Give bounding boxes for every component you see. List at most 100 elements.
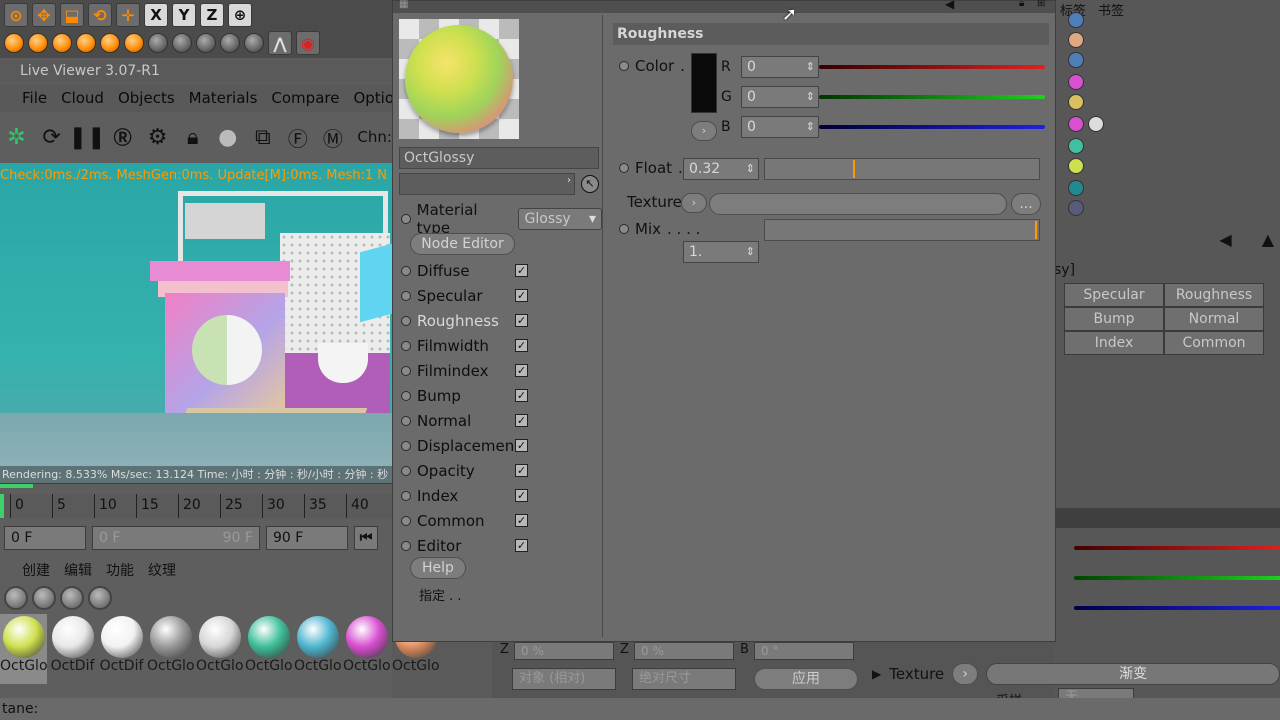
window-titlebar[interactable]: ▦ ◀ 🔒︎ ⊞	[393, 0, 1055, 13]
animate-dot-icon[interactable]	[401, 365, 411, 376]
channel-item-filmwidth[interactable]: Filmwidth ✓	[401, 333, 601, 358]
channel-checkbox[interactable]: ✓	[515, 314, 528, 327]
menu-compare[interactable]: Compare	[271, 89, 339, 107]
world-coord-button[interactable]: ⊕	[228, 3, 252, 27]
channel-item-specular[interactable]: Specular ✓	[401, 283, 601, 308]
help-button[interactable]: Help	[410, 557, 466, 579]
scale-tool-button[interactable]: ⬓	[60, 3, 84, 27]
animate-dot-icon[interactable]	[401, 490, 411, 501]
material-tag-icon[interactable]	[1068, 74, 1084, 90]
channel-item-index[interactable]: Index ✓	[401, 483, 601, 508]
grid-orb-icon[interactable]	[196, 33, 216, 53]
menu-texture[interactable]: 纹理	[148, 560, 176, 582]
size-select[interactable]: 绝对尺寸	[632, 668, 736, 690]
x-axis-button[interactable]: X	[144, 3, 168, 27]
apply-button[interactable]: 应用	[754, 668, 858, 690]
material-preview[interactable]	[399, 19, 519, 139]
chevron-right-icon[interactable]: ›	[567, 175, 571, 186]
animate-dot-icon[interactable]	[401, 340, 411, 351]
animate-dot-icon[interactable]	[401, 415, 411, 426]
material-filter-icon[interactable]	[60, 586, 84, 610]
blue-slider[interactable]	[1074, 606, 1280, 610]
channel-checkbox[interactable]: ✓	[515, 414, 528, 427]
texture-arrow-button[interactable]: ›	[681, 193, 707, 213]
blue-value-field[interactable]: 0	[741, 116, 819, 138]
go-to-start-icon[interactable]: ⏮	[354, 526, 378, 550]
material-slot[interactable]: OctGlo	[343, 614, 390, 684]
animate-dot-icon[interactable]	[619, 61, 629, 71]
channel-item-normal[interactable]: Normal ✓	[401, 408, 601, 433]
channel-item-opacity[interactable]: Opacity ✓	[401, 458, 601, 483]
material-type-select[interactable]: Glossy	[517, 208, 602, 230]
tab-bump[interactable]: Bump	[1064, 307, 1164, 331]
coord-field[interactable]: 0 %	[634, 642, 734, 660]
collapse-arrow-icon[interactable]: ▶	[872, 667, 881, 681]
texture-browse-button[interactable]: ...	[1011, 193, 1041, 215]
animate-dot-icon[interactable]	[401, 515, 411, 526]
material-pin-icon[interactable]: Ⓜ	[320, 124, 345, 151]
float-slider[interactable]	[764, 158, 1040, 180]
texture-slot[interactable]	[709, 193, 1007, 215]
material-slot[interactable]: OctGlo	[294, 614, 341, 684]
tab-bookmarks[interactable]: 书签	[1098, 0, 1124, 19]
animate-dot-icon[interactable]	[401, 440, 411, 451]
material-ball-icon[interactable]: ●	[215, 124, 240, 150]
float-slider-handle[interactable]	[852, 160, 855, 178]
material-filter-icon[interactable]	[4, 586, 28, 610]
channel-item-editor[interactable]: Editor ✓	[401, 533, 601, 558]
pause-icon[interactable]: ❚❚	[69, 124, 106, 150]
grid-orb-icon[interactable]	[172, 33, 192, 53]
cube-icon[interactable]	[244, 33, 264, 53]
crop-icon[interactable]: ⧉	[250, 124, 275, 150]
mix-value-field[interactable]: 1.	[683, 241, 759, 263]
coord-field[interactable]: 0 %	[514, 642, 614, 660]
material-slot[interactable]: OctDif	[49, 614, 96, 684]
channel-checkbox[interactable]: ✓	[515, 264, 528, 277]
material-slot[interactable]: OctGlo	[245, 614, 292, 684]
animate-dot-icon[interactable]	[619, 224, 629, 234]
animate-dot-icon[interactable]	[401, 315, 411, 326]
up-arrow-icon[interactable]: ▲	[1262, 230, 1274, 249]
channel-checkbox[interactable]: ✓	[515, 489, 528, 502]
float-value-field[interactable]: 0.32	[683, 158, 759, 180]
material-tag-icon[interactable]	[1068, 94, 1084, 110]
rotate-tool-button[interactable]: ⟲	[88, 3, 112, 27]
texture-arrow-button[interactable]: ›	[952, 663, 979, 685]
mix-slider-handle[interactable]	[1035, 221, 1037, 239]
tab-specular[interactable]: Specular	[1064, 283, 1164, 307]
channel-checkbox[interactable]: ✓	[515, 514, 528, 527]
tab-index[interactable]: Index	[1064, 331, 1164, 355]
lock-icon[interactable]: 🔒︎	[1019, 0, 1024, 9]
animate-dot-icon[interactable]	[401, 540, 411, 551]
material-slot[interactable]: OctGlo	[0, 614, 47, 684]
animate-dot-icon[interactable]	[401, 390, 411, 401]
material-filter-icon[interactable]	[32, 586, 56, 610]
region-icon[interactable]: Ⓡ	[110, 124, 135, 150]
mix-slider[interactable]	[764, 219, 1040, 241]
animate-dot-icon[interactable]	[401, 290, 411, 301]
tab-normal[interactable]: Normal	[1164, 307, 1264, 331]
deformer-icon[interactable]: ⋀	[268, 31, 292, 55]
material-tag-icon[interactable]	[1068, 180, 1084, 196]
coord-field[interactable]: 0 °	[754, 642, 854, 660]
mode-select[interactable]: 对象 (相对)	[512, 668, 616, 690]
green-value-field[interactable]: 0	[741, 86, 819, 108]
menu-materials[interactable]: Materials	[189, 89, 258, 107]
link-icon[interactable]: ↖	[581, 175, 599, 193]
render-orb-icon[interactable]	[100, 33, 120, 53]
render-orb-icon[interactable]	[76, 33, 96, 53]
expand-icon[interactable]: ⊞	[1037, 0, 1045, 9]
material-tag-icon[interactable]	[1068, 158, 1084, 174]
texture-gradient-field[interactable]: 渐变	[986, 663, 1280, 685]
render-orb-icon[interactable]	[52, 33, 72, 53]
color-expand-button[interactable]: ›	[691, 121, 717, 141]
red-value-field[interactable]: 0	[741, 56, 819, 78]
render-orb-icon[interactable]	[124, 33, 144, 53]
channel-checkbox[interactable]: ✓	[515, 539, 528, 552]
green-slider[interactable]	[1074, 576, 1280, 580]
material-slot[interactable]: OctGlo	[196, 614, 243, 684]
menu-options[interactable]: Options	[353, 89, 392, 107]
playhead[interactable]	[0, 494, 10, 518]
material-tag-icon[interactable]	[1068, 138, 1084, 154]
focus-pin-icon[interactable]: Ⓕ	[285, 124, 310, 151]
